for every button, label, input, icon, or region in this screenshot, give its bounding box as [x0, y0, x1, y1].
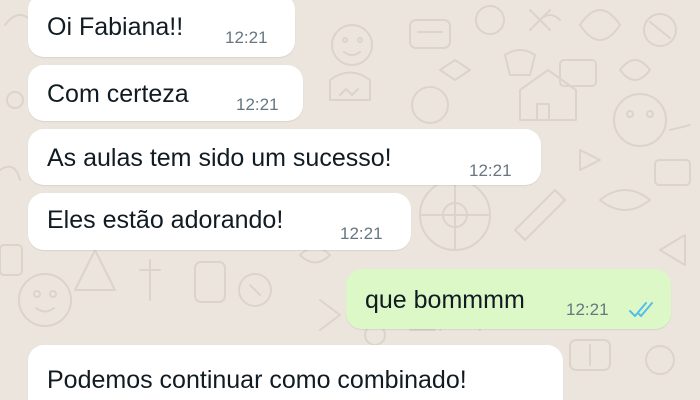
- message-text: Oi Fabiana!!: [47, 13, 184, 41]
- message-bubble-incoming[interactable]: Com certeza 12:21: [28, 65, 303, 121]
- message-timestamp: 12:21: [469, 161, 512, 180]
- message-bubble-outgoing[interactable]: que bommmm 12:21: [346, 269, 671, 329]
- message-timestamp: 12:21: [225, 28, 268, 47]
- message-text: Eles estão adorando!: [47, 206, 284, 234]
- message-text: Podemos continuar como combinado!: [47, 366, 467, 394]
- message-timestamp: 12:21: [236, 95, 279, 114]
- message-text: que bommmm: [365, 286, 525, 314]
- message-bubble-incoming[interactable]: Oi Fabiana!! 12:21: [28, 0, 295, 57]
- read-double-check-icon: [629, 302, 653, 317]
- message-text: Com certeza: [47, 80, 189, 108]
- message-timestamp: 12:21: [340, 224, 383, 243]
- message-text: As aulas tem sido um sucesso!: [47, 144, 392, 172]
- message-timestamp: 12:21: [566, 300, 609, 319]
- message-bubble-incoming[interactable]: Podemos continuar como combinado!: [28, 345, 563, 400]
- message-bubble-incoming[interactable]: Eles estão adorando! 12:21: [28, 193, 411, 250]
- chat-wallpaper: Oi Fabiana!! 12:21 Com certeza 12:21 As …: [0, 0, 700, 400]
- message-bubble-incoming[interactable]: As aulas tem sido um sucesso! 12:21: [28, 129, 541, 185]
